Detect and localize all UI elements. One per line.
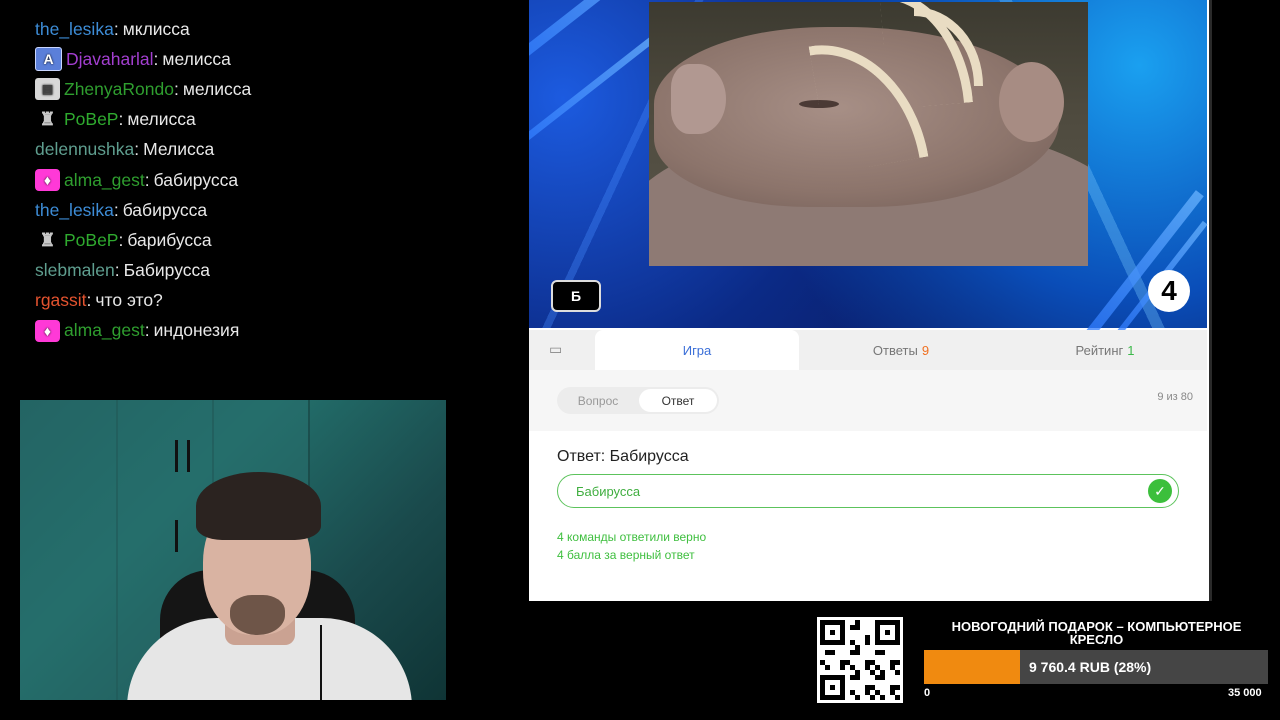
chat-separator: :: [113, 18, 119, 39]
question-answer-toggle: Вопрос Ответ: [557, 387, 719, 414]
tab-answers[interactable]: Ответы 9: [799, 330, 1003, 370]
tab-game[interactable]: Игра: [595, 330, 799, 370]
answer-title: Ответ: Бабирусса: [557, 448, 689, 465]
chat-message-text: мклисса: [122, 18, 190, 39]
chat-message: ♜ PoBeP: барибусса: [35, 225, 505, 255]
question-photo: [649, 2, 1088, 266]
chat-icon[interactable]: ▭: [549, 342, 565, 356]
webcam-feed: [20, 400, 446, 700]
chat-separator: :: [153, 48, 159, 69]
chat-username[interactable]: slebmalen: [35, 260, 115, 281]
chat-message-text: мелисса: [182, 78, 252, 99]
chat-message-text: что это?: [95, 290, 163, 311]
donation-goal-title: НОВОГОДНИЙ ПОДАРОК – КОМПЬЮТЕРНОЕ КРЕСЛО: [951, 619, 1242, 647]
chat-message: rgassit: что это?: [35, 286, 505, 316]
gem-icon: ♦: [35, 319, 60, 342]
rating-count-badge: 1: [1127, 342, 1135, 358]
tab-answers-label: Ответы: [872, 342, 918, 358]
chat-username[interactable]: PoBeP: [64, 230, 118, 251]
chat-separator: :: [118, 229, 124, 250]
teams-correct-text: 4 команды ответили верно: [557, 530, 707, 544]
chat-separator: :: [86, 290, 92, 311]
robot-icon: ♜: [39, 229, 56, 250]
chat-message: delennushka: Мелисса: [35, 135, 505, 165]
donation-max-label: 35 000: [1228, 687, 1262, 699]
donation-progress-fill: [924, 650, 1021, 684]
tab-bar: ▭ Игра Ответы 9 Рейтинг 1: [529, 330, 1207, 370]
donation-min-label: 0: [924, 687, 931, 699]
round-number: 4: [1148, 270, 1190, 312]
gem-icon: ♦: [35, 169, 60, 192]
question-banner: Б 4: [529, 0, 1208, 339]
correct-answer-field: Бабирусса ✓: [557, 474, 1179, 508]
toggle-answer[interactable]: Ответ: [639, 389, 717, 412]
chat-username[interactable]: rgassit: [35, 290, 87, 311]
points-text: 4 балла за верный ответ: [557, 548, 695, 562]
chat-message-text: бабирусса: [153, 169, 239, 190]
chat-message: ♦ alma_gest: индонезия: [35, 316, 505, 346]
chat-separator: :: [134, 139, 140, 160]
stack-icon: ▤: [35, 78, 60, 101]
chat-username[interactable]: alma_gest: [64, 170, 145, 191]
chat-username[interactable]: delennushka: [35, 139, 134, 160]
chat-overlay: the_lesika: мклисса A Djavaharlal: мелисса ▤ Z…: [35, 14, 505, 346]
chat-username[interactable]: the_lesika: [35, 200, 114, 221]
tab-rating[interactable]: Рейтинг 1: [1003, 330, 1207, 370]
chat-username[interactable]: Djavaharlal: [66, 49, 154, 70]
toggle-question[interactable]: Вопрос: [559, 389, 637, 412]
chat-message: ♦ alma_gest: бабирусса: [35, 165, 505, 195]
tab-game-label: Игра: [682, 342, 712, 358]
chat-message: the_lesika: мклисса: [35, 14, 505, 44]
correct-answer-value: Бабирусса: [576, 483, 641, 499]
chat-separator: :: [173, 78, 179, 99]
letter-hint: Б: [551, 280, 601, 312]
answers-count-badge: 9: [921, 342, 930, 358]
letter-a-icon: A: [35, 47, 62, 72]
chat-message-text: индонезия: [153, 320, 240, 341]
chat-username[interactable]: the_lesika: [35, 19, 114, 40]
chat-username[interactable]: alma_gest: [64, 320, 145, 341]
qr-code-icon: [817, 617, 903, 703]
chat-separator: :: [114, 260, 120, 281]
chat-message-text: мелисса: [162, 48, 231, 69]
chat-message: the_lesika: бабирусса: [35, 195, 505, 225]
chat-separator: :: [144, 320, 150, 341]
chat-username[interactable]: PoBeP: [64, 109, 118, 130]
chat-separator: :: [144, 169, 150, 190]
chat-username[interactable]: ZhenyaRondo: [64, 79, 174, 100]
chat-message-text: мелисса: [127, 109, 196, 130]
question-answer-switch-area: Вопрос Ответ 9 из 80: [529, 370, 1207, 431]
tab-rating-label: Рейтинг: [1075, 342, 1124, 358]
donation-amount: 9 760.4 RUB (28%): [1029, 659, 1152, 675]
chat-message: A Djavaharlal: мелисса: [35, 44, 505, 74]
robot-icon: ♜: [39, 109, 56, 130]
chat-message: ▤ ZhenyaRondo: мелисса: [35, 74, 505, 104]
panel-edge: [1209, 0, 1212, 601]
chat-message-text: Мелисса: [143, 139, 215, 160]
chat-message-text: барибусса: [127, 229, 212, 250]
chat-message: ♜ PoBeP: мелисса: [35, 105, 505, 135]
donation-progress-bar: 9 760.4 RUB (28%): [924, 650, 1268, 684]
chat-separator: :: [113, 199, 119, 220]
question-counter: 9 из 80: [1157, 391, 1193, 403]
chat-message-text: бабирусса: [122, 199, 208, 220]
chat-separator: :: [118, 109, 124, 130]
check-icon: ✓: [1148, 479, 1172, 503]
chat-message: slebmalen: Бабирусса: [35, 256, 505, 286]
quiz-game-panel: Б 4 ▭ Игра Ответы 9 Рейтинг 1 Вопрос Отв…: [529, 0, 1209, 601]
chat-message-text: Бабирусса: [123, 260, 210, 281]
